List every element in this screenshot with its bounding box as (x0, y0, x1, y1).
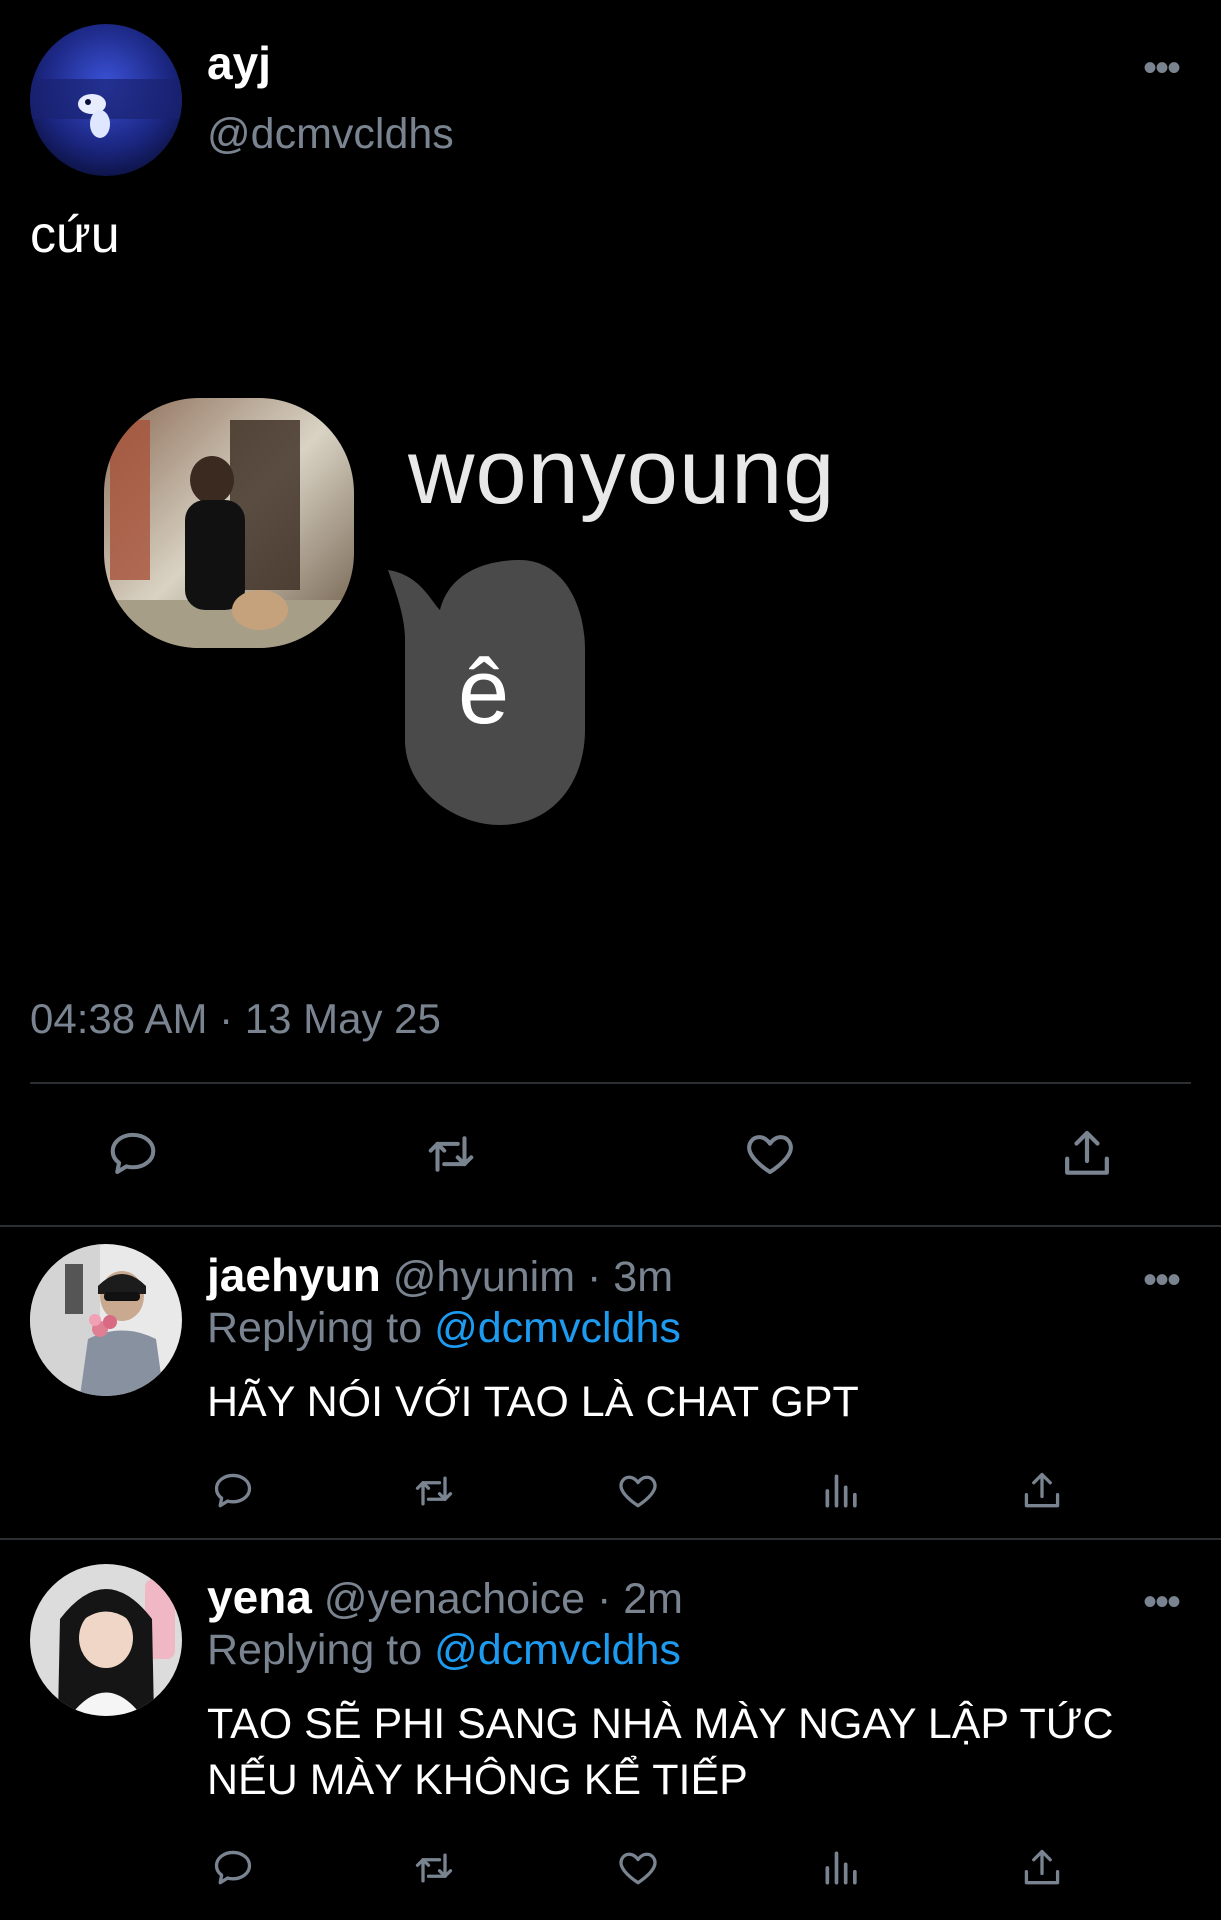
reply-header: jaehyun @hyunim · 3m (207, 1248, 673, 1302)
more-options-icon[interactable]: ••• (1143, 1582, 1181, 1622)
tweet-text: cứu (30, 206, 120, 264)
bubble-text: ê (458, 641, 510, 743)
retweet-icon[interactable] (414, 1122, 488, 1186)
replying-to-label: Replying to (207, 1626, 423, 1674)
author-avatar[interactable] (30, 24, 182, 176)
divider (0, 1225, 1221, 1227)
reply-handle[interactable]: @hyunim (393, 1253, 575, 1301)
retweet-icon[interactable] (406, 1465, 462, 1517)
separator: · (596, 1575, 612, 1623)
separator: · (587, 1253, 602, 1301)
reply-text: HÃY NÓI VỚI TAO LÀ CHAT GPT (207, 1374, 1187, 1430)
replying-to-handle[interactable]: @dcmvcldhs (434, 1304, 681, 1352)
reply-avatar[interactable] (30, 1564, 182, 1716)
reply-display-name[interactable]: jaehyun (207, 1249, 381, 1301)
reply-text-line: TAO SẼ PHI SANG NHÀ MÀY NGAY LẬP TỨC (207, 1700, 1114, 1748)
replying-to: Replying to @dcmvcldhs (207, 1626, 681, 1675)
analytics-icon[interactable] (814, 1465, 870, 1517)
reply-handle[interactable]: @yenachoice (324, 1575, 585, 1623)
more-options-icon[interactable]: ••• (1143, 48, 1181, 88)
share-icon[interactable] (1014, 1842, 1070, 1894)
author-display-name[interactable]: ayj (207, 36, 271, 90)
like-icon[interactable] (610, 1465, 666, 1517)
reply-time: 2m (623, 1575, 683, 1623)
contact-photo (104, 398, 354, 648)
reply-text-line: NẾU MÀY KHÔNG KỂ TIẾP (207, 1756, 748, 1804)
reply-time: 3m (613, 1253, 674, 1301)
reply-icon[interactable] (96, 1122, 170, 1186)
share-icon[interactable] (1050, 1122, 1124, 1186)
tweet-timestamp: 04:38 AM · 13 May 25 (30, 995, 441, 1042)
reply-icon[interactable] (205, 1465, 261, 1517)
author-handle[interactable]: @dcmvcldhs (207, 110, 454, 159)
divider (30, 1082, 1191, 1084)
reply-text-line: HÃY NÓI VỚI TAO LÀ CHAT GPT (207, 1378, 859, 1426)
reply-header: yena @yenachoice · 2m (207, 1570, 683, 1624)
replying-to-handle[interactable]: @dcmvcldhs (434, 1626, 681, 1674)
replying-to: Replying to @dcmvcldhs (207, 1304, 681, 1353)
share-icon[interactable] (1014, 1465, 1070, 1517)
like-icon[interactable] (733, 1122, 807, 1186)
reply-icon[interactable] (205, 1842, 261, 1894)
divider (0, 1538, 1221, 1540)
more-options-icon[interactable]: ••• (1143, 1260, 1181, 1300)
reply-text: TAO SẼ PHI SANG NHÀ MÀY NGAY LẬP TỨC NẾU… (207, 1696, 1187, 1808)
like-icon[interactable] (610, 1842, 666, 1894)
analytics-icon[interactable] (814, 1842, 870, 1894)
retweet-icon[interactable] (406, 1842, 462, 1894)
contact-name: wonyoung (408, 421, 836, 523)
reply-avatar[interactable] (30, 1244, 182, 1396)
reply-display-name[interactable]: yena (207, 1571, 312, 1623)
replying-to-label: Replying to (207, 1304, 423, 1352)
